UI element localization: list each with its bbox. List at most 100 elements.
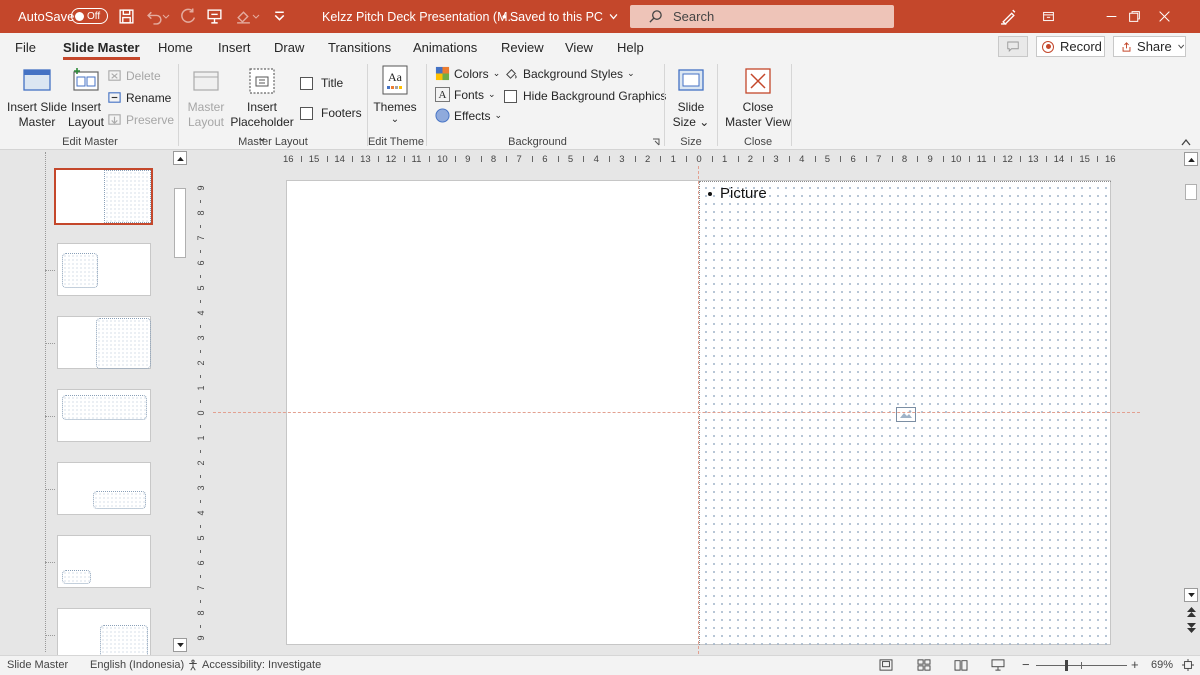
autosave-toggle[interactable]: Off <box>71 8 108 24</box>
background-styles-button[interactable]: Background Styles ⌄ <box>504 66 635 81</box>
undo-dropdown-icon[interactable] <box>160 0 172 33</box>
tab-transitions[interactable]: Transitions <box>328 40 391 55</box>
thumbnail-tree-connector <box>45 416 55 417</box>
ruler-tick <box>200 349 201 353</box>
tab-draw[interactable]: Draw <box>274 40 304 55</box>
thumbnail-scrollbar[interactable] <box>172 150 188 655</box>
collapse-ribbon-icon[interactable] <box>1181 138 1191 146</box>
preserve-button[interactable]: Preserve <box>107 112 174 127</box>
save-status[interactable]: • Saved to this PC <box>502 0 619 33</box>
themes-button[interactable]: Aa Themes ⌄ <box>372 64 418 125</box>
previous-slide-icon[interactable] <box>1185 606 1197 618</box>
tab-review[interactable]: Review <box>501 40 544 55</box>
tab-help[interactable]: Help <box>617 40 644 55</box>
chevron-down-icon <box>609 14 618 20</box>
master-layout-line1: Master <box>187 100 225 114</box>
hide-bg-graphics-checkbox[interactable]: Hide Background Graphics <box>504 89 666 103</box>
scrollbar-thumb[interactable] <box>174 188 186 258</box>
language-label[interactable]: English (Indonesia) <box>90 659 184 671</box>
slide-thumbnail-layout[interactable] <box>57 389 151 442</box>
slide-show-icon[interactable] <box>991 659 1005 671</box>
close-window-icon[interactable] <box>1141 0 1187 33</box>
dialog-launcher-icon[interactable] <box>652 138 660 146</box>
master-layout-button[interactable]: Master Layout <box>186 66 226 130</box>
slide-scrollbar[interactable] <box>1182 150 1200 655</box>
ruler-tick <box>506 156 508 162</box>
presentation-icon[interactable] <box>203 0 225 33</box>
redo-icon[interactable] <box>177 0 199 33</box>
footers-checkbox-box[interactable] <box>300 106 313 120</box>
themes-label: Themes <box>373 100 417 114</box>
picture-placeholder[interactable]: Picture <box>699 181 1111 645</box>
format-painter-dropdown-icon[interactable] <box>250 0 262 33</box>
title-checkbox-box[interactable] <box>300 76 313 90</box>
search-box[interactable]: Search <box>630 5 894 28</box>
colors-button[interactable]: Colors ⌄ <box>435 66 500 81</box>
master-layout-group-label: Master Layout <box>238 136 308 148</box>
tab-insert[interactable]: Insert <box>218 40 251 55</box>
insert-slide-master-button[interactable]: Insert Slide Master <box>6 66 68 130</box>
slide-sorter-icon[interactable] <box>917 659 931 671</box>
slide-thumbnail-layout[interactable] <box>57 316 151 369</box>
preserve-label: Preserve <box>126 112 175 127</box>
zoom-level[interactable]: 69% <box>1151 659 1173 671</box>
next-slide-icon[interactable] <box>1185 622 1197 634</box>
footers-checkbox[interactable]: Footers <box>300 106 362 120</box>
tab-view[interactable]: View <box>565 40 593 55</box>
zoom-slider-knob[interactable] <box>1065 660 1068 671</box>
scroll-down-icon[interactable] <box>173 638 187 652</box>
chevron-down-icon <box>1177 44 1184 49</box>
save-icon[interactable] <box>115 0 137 33</box>
rename-icon <box>108 92 121 103</box>
pen-icon[interactable] <box>996 0 1020 33</box>
scroll-up-icon[interactable] <box>173 151 187 165</box>
tab-home[interactable]: Home <box>158 40 193 55</box>
effects-button[interactable]: Effects ⌄ <box>435 108 502 123</box>
insert-layout-button[interactable]: Insert Layout <box>67 66 105 130</box>
share-button[interactable]: Share <box>1113 36 1186 57</box>
zoom-out-icon[interactable]: − <box>1022 657 1030 672</box>
autosave-label: AutoSave <box>18 9 75 24</box>
slide-size-button[interactable]: Slide Size ⌄ <box>670 66 712 130</box>
horizontal-guide[interactable] <box>213 412 1140 413</box>
scroll-down-icon[interactable] <box>1184 588 1198 602</box>
picture-icon[interactable] <box>896 407 916 422</box>
fonts-button[interactable]: A Fonts ⌄ <box>435 87 496 102</box>
ruler-tick <box>737 156 739 162</box>
reading-view-icon[interactable] <box>954 659 968 671</box>
scroll-up-icon[interactable] <box>1184 152 1198 166</box>
ruler-tick <box>1045 156 1047 162</box>
tab-file[interactable]: File <box>15 40 36 55</box>
group-separator <box>717 64 718 146</box>
fit-to-window-icon[interactable] <box>1181 659 1195 671</box>
insert-placeholder-button[interactable]: Insert Placeholder ⌄ <box>226 66 298 145</box>
comment-icon <box>1007 41 1019 52</box>
ruler-tick-label: 7 <box>516 154 522 165</box>
customize-toolbar-icon[interactable] <box>268 0 290 33</box>
slide-thumbnail-layout[interactable] <box>57 462 151 515</box>
scrollbar-thumb[interactable] <box>1185 184 1197 200</box>
tab-slide-master[interactable]: Slide Master <box>63 40 140 60</box>
slide-thumbnail-layout[interactable] <box>57 243 151 296</box>
slide-thumbnail-master[interactable] <box>54 168 153 225</box>
record-button[interactable]: Record <box>1036 36 1105 57</box>
ruler-tick-label: 10 <box>950 154 962 165</box>
ruler-tick <box>200 199 201 203</box>
normal-view-icon[interactable] <box>879 659 893 671</box>
close-master-view-button[interactable]: Close Master View <box>722 66 794 130</box>
rename-button[interactable]: Rename <box>107 90 171 105</box>
delete-button[interactable]: Delete <box>107 68 161 83</box>
comments-button[interactable] <box>998 36 1028 57</box>
slide-thumbnail-layout[interactable] <box>57 608 151 661</box>
title-checkbox[interactable]: Title <box>300 76 343 90</box>
ribbon-display-options-icon[interactable] <box>1025 0 1071 33</box>
accessibility-status[interactable]: Accessibility: Investigate <box>187 659 321 671</box>
rename-label: Rename <box>126 90 172 105</box>
vertical-guide[interactable] <box>698 166 699 654</box>
zoom-in-icon[interactable]: + <box>1131 657 1139 672</box>
hide-bg-graphics-box[interactable] <box>504 89 517 103</box>
ruler-tick-label: 6 <box>542 154 548 165</box>
slide-thumbnail-layout[interactable] <box>57 535 151 588</box>
tab-animations[interactable]: Animations <box>413 40 477 55</box>
document-title: Kelzz Pitch Deck Presentation (M... <box>322 9 518 24</box>
